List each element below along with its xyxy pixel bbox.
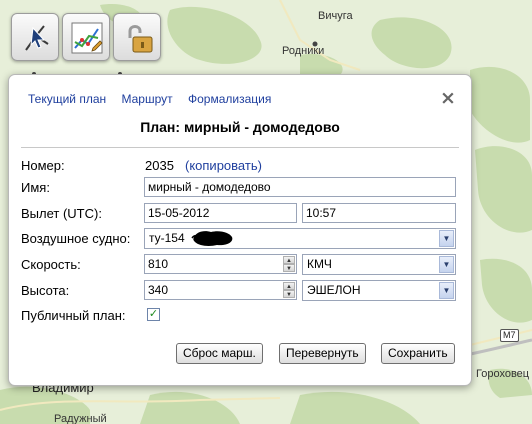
unlock-button[interactable]: [113, 13, 161, 61]
title-divider: [21, 147, 459, 148]
map-label-rodniki: Родники: [282, 45, 325, 57]
chart-edit-icon: [71, 22, 103, 54]
redaction-scribble: [191, 231, 233, 246]
save-button[interactable]: Сохранить: [381, 343, 455, 364]
speed-stepper[interactable]: ▲ ▼: [283, 256, 295, 273]
route-tool-button[interactable]: [11, 13, 59, 61]
copy-link[interactable]: (копировать): [185, 158, 262, 173]
speed-unit-value: КМЧ: [307, 257, 332, 271]
altitude-stepper[interactable]: ▲ ▼: [283, 282, 295, 299]
departure-label: Вылет (UTC):: [21, 206, 102, 221]
row-departure: Вылет (UTC): 15-05-2012 10:57: [21, 203, 457, 225]
speed-unit-select[interactable]: КМЧ ▼: [302, 254, 456, 275]
name-label: Имя:: [21, 180, 50, 195]
aircraft-value: ту-154: [149, 231, 185, 245]
public-label: Публичный план:: [21, 308, 126, 323]
spin-up-icon[interactable]: ▲: [283, 256, 295, 264]
flight-plan-dialog: Текущий план Маршрут Формализация × План…: [8, 74, 472, 386]
spin-up-icon[interactable]: ▲: [283, 282, 295, 290]
chevron-down-icon[interactable]: ▼: [439, 256, 454, 273]
tab-formalization[interactable]: Формализация: [188, 92, 271, 106]
chevron-down-icon[interactable]: ▼: [439, 230, 454, 247]
speed-label: Скорость:: [21, 257, 81, 272]
altitude-input[interactable]: 340 ▲ ▼: [144, 280, 297, 300]
row-number: Номер: 2035 (копировать): [21, 155, 457, 177]
row-aircraft: Воздушное судно: ту-154 ▼: [21, 228, 457, 250]
departure-date-input[interactable]: 15-05-2012: [144, 203, 297, 223]
number-label: Номер:: [21, 158, 65, 173]
reset-route-button[interactable]: Сброс марш.: [176, 343, 263, 364]
altitude-label: Высота:: [21, 283, 70, 298]
row-altitude: Высота: 340 ▲ ▼ ЭШЕЛОН ▼: [21, 280, 457, 302]
altitude-unit-select[interactable]: ЭШЕЛОН ▼: [302, 280, 456, 301]
close-icon[interactable]: ×: [439, 89, 457, 108]
name-input[interactable]: мирный - домодедово: [144, 177, 456, 197]
reverse-button[interactable]: Перевернуть: [279, 343, 366, 364]
altitude-value: 340: [148, 283, 169, 297]
row-public: Публичный план: ✓: [21, 305, 457, 327]
altitude-unit-value: ЭШЕЛОН: [307, 283, 361, 297]
row-speed: Скорость: 810 ▲ ▼ КМЧ ▼: [21, 254, 457, 276]
aircraft-select[interactable]: ту-154 ▼: [144, 228, 456, 249]
aircraft-label: Воздушное судно:: [21, 231, 131, 246]
road-badge-m7: M7: [500, 329, 519, 342]
public-checkbox[interactable]: ✓: [147, 308, 160, 321]
route-cursor-icon: [25, 25, 49, 51]
chevron-down-icon[interactable]: ▼: [439, 282, 454, 299]
departure-time-input[interactable]: 10:57: [302, 203, 456, 223]
tab-current-plan[interactable]: Текущий план: [28, 92, 106, 106]
number-value: 2035: [145, 158, 174, 173]
dialog-tabs: Текущий план Маршрут Формализация: [28, 92, 283, 106]
speed-value: 810: [148, 257, 169, 271]
speed-input[interactable]: 810 ▲ ▼: [144, 254, 297, 274]
tab-route[interactable]: Маршрут: [121, 92, 172, 106]
plan-chart-button[interactable]: [62, 13, 110, 61]
map-label-gorokhovets: Гороховец: [476, 368, 530, 380]
spin-down-icon[interactable]: ▼: [283, 264, 295, 272]
map-label-vichuga: Вичуга: [318, 10, 353, 22]
dialog-title: План: мирный - домодедово: [140, 119, 340, 135]
row-name: Имя: мирный - домодедово: [21, 177, 457, 199]
map-label-raduzhny: Радужный: [54, 413, 107, 424]
spin-down-icon[interactable]: ▼: [283, 290, 295, 298]
unlock-icon: [128, 25, 153, 53]
